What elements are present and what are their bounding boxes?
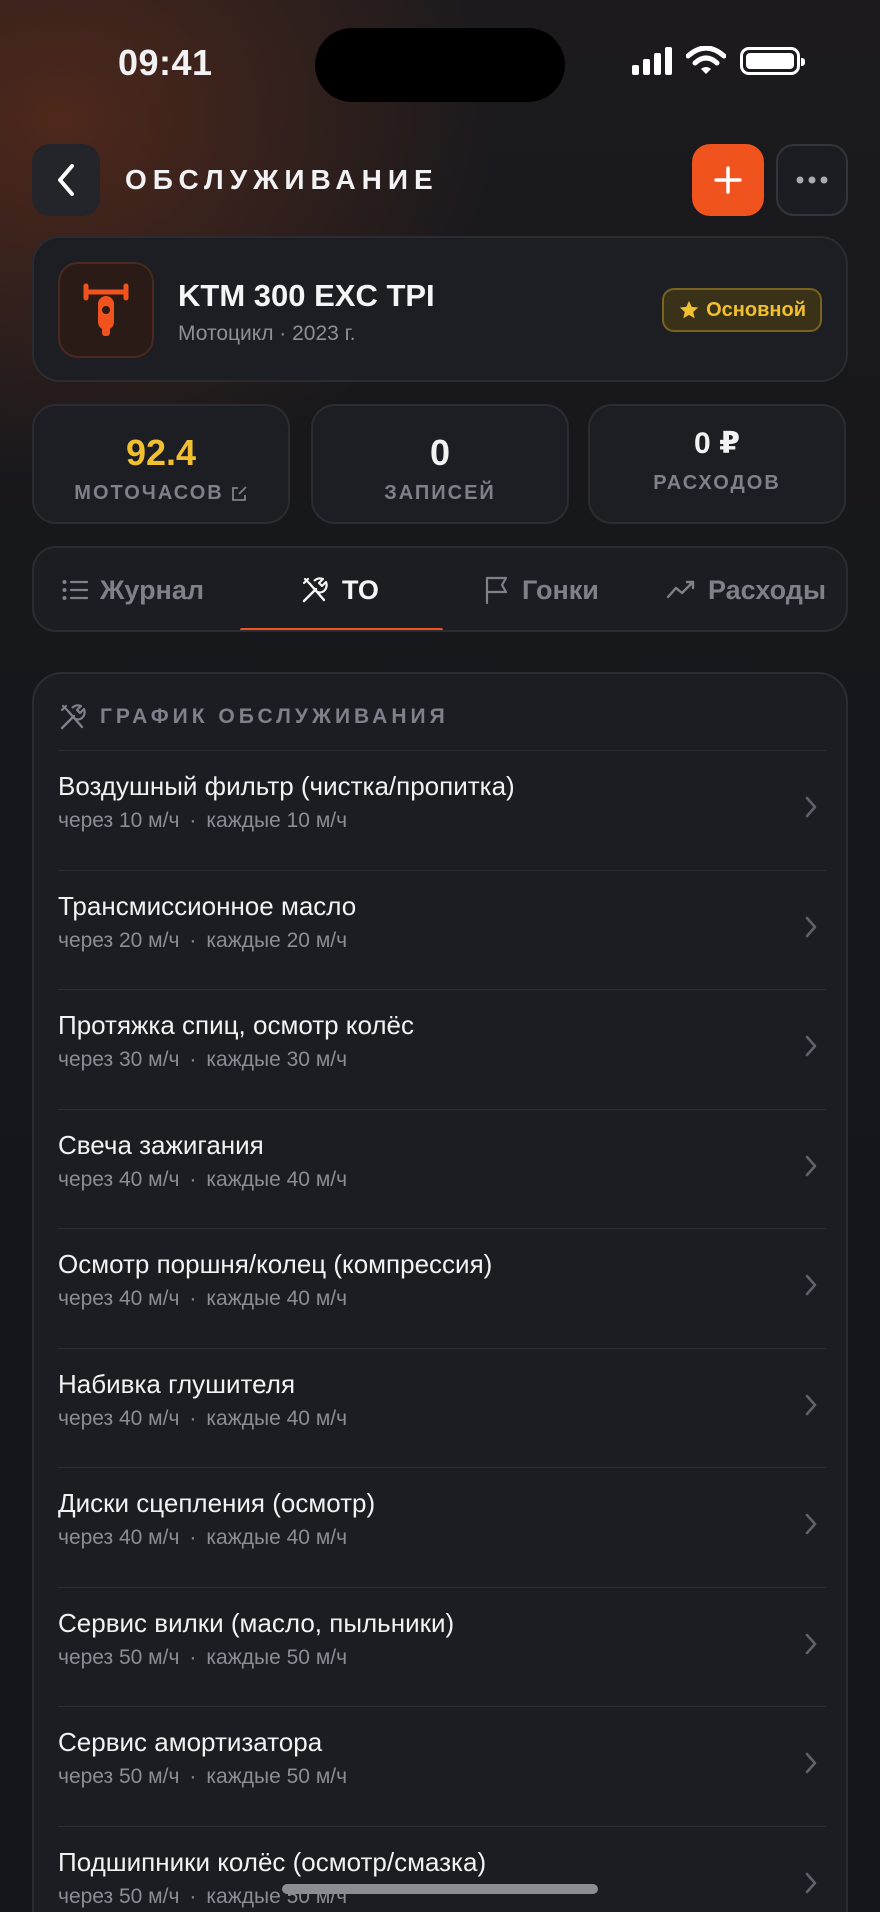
list-item[interactable]: Протяжка спиц, осмотр колёс через 30 м/ч… — [58, 989, 826, 1109]
tools-icon — [60, 704, 86, 730]
tools-icon — [302, 577, 328, 603]
primary-badge: Основной — [662, 288, 822, 332]
active-tab-indicator — [240, 628, 443, 630]
list-item[interactable]: Трансмиссионное масло через 20 м/ч · кажды… — [58, 869, 826, 990]
chevron-right-icon — [805, 1035, 817, 1057]
maintenance-screen: 09:41 ОБСЛУЖИВАНИЕ KTM 300 EXC TPI Мотоц… — [0, 0, 880, 1912]
tab-races[interactable]: Гонки — [484, 548, 599, 630]
chevron-right-icon — [805, 1633, 817, 1654]
tab-races-label: Гонки — [522, 574, 599, 605]
item-meta: через 20 м/ч · каждые 20 м/ч — [58, 928, 348, 952]
dynamic-island — [315, 28, 565, 102]
vehicle-subtitle: Мотоцикл · 2023 г. — [178, 322, 356, 345]
item-title: Свеча зажигания — [58, 1129, 264, 1160]
list-item[interactable]: Осмотр поршня/колец (компрессия) через 4… — [58, 1228, 826, 1348]
item-meta: через 40 м/ч · каждые 40 м/ч — [58, 1167, 348, 1191]
tab-expenses[interactable]: Расходы — [666, 548, 827, 630]
primary-badge-label: Основной — [706, 298, 806, 321]
wifi-icon — [686, 46, 726, 74]
stat-records[interactable]: 0 ЗАПИСЕЙ — [311, 404, 569, 524]
header: ОБСЛУЖИВАНИЕ — [32, 144, 848, 216]
chevron-right-icon — [805, 1752, 817, 1774]
tab-maintenance[interactable]: ТО — [300, 548, 379, 630]
chevron-left-icon — [58, 164, 74, 196]
item-meta: через 50 м/ч · каждые 50 м/ч — [58, 1765, 348, 1788]
stat-expenses-label: РАСХОДОВ — [653, 472, 781, 494]
vehicle-avatar — [58, 262, 154, 358]
chevron-right-icon — [805, 916, 817, 937]
chevron-right-icon — [805, 1155, 817, 1176]
chevron-right-icon — [805, 796, 817, 818]
motorcycle-icon — [83, 283, 129, 336]
item-title: Подшипники колёс (осмотр/смазка) — [58, 1846, 487, 1877]
section-header: ГРАФИК ОБСЛУЖИВАНИЯ — [58, 702, 449, 732]
tab-journal-label: Журнал — [100, 574, 205, 605]
list-icon — [62, 580, 88, 600]
item-title: Набивка глушителя — [58, 1368, 296, 1399]
list-item[interactable]: Подшипники колёс (осмотр/смазка) через 5… — [58, 1825, 826, 1912]
item-meta: через 10 м/ч · каждые 10 м/ч — [58, 809, 348, 832]
chevron-right-icon — [805, 1872, 817, 1893]
page-title: ОБСЛУЖИВАНИЕ — [125, 164, 439, 195]
stat-engine-hours-value: 92.4 — [125, 432, 197, 473]
home-indicator — [282, 1884, 598, 1894]
stat-expenses-value: 0 ₽ — [694, 427, 740, 460]
item-title: Сервис вилки (масло, пыльники) — [58, 1607, 455, 1638]
edit-icon[interactable] — [230, 485, 248, 503]
stat-engine-hours-label-row: МОТОЧАСОВ — [34, 482, 288, 505]
tab-expenses-label: Расходы — [708, 574, 827, 605]
item-meta: через 50 м/ч · каждые 50 м/ч — [58, 1645, 348, 1669]
plus-icon — [714, 166, 742, 194]
stat-records-value: 0 — [429, 432, 451, 473]
chevron-right-icon — [805, 1513, 817, 1535]
maintenance-schedule-card: ГРАФИК ОБСЛУЖИВАНИЯ Воздушный фильтр (чи… — [32, 672, 848, 1912]
back-button[interactable] — [32, 144, 100, 216]
more-dots-icon — [796, 176, 828, 184]
more-button[interactable] — [776, 144, 848, 216]
list-item[interactable]: Свеча зажигания через 40 м/ч · каждые 40 м… — [58, 1108, 826, 1229]
item-meta: через 40 м/ч · каждые 40 м/ч — [58, 1287, 348, 1310]
tab-maintenance-label: ТО — [342, 574, 379, 605]
vehicle-card[interactable]: KTM 300 EXC TPI Мотоцикл · 2023 г. Основ… — [32, 236, 848, 382]
item-title: Осмотр поршня/колец (компрессия) — [58, 1249, 493, 1279]
chevron-right-icon — [805, 1274, 817, 1296]
item-title: Протяжка спиц, осмотр колёс — [58, 1010, 414, 1040]
stat-engine-hours[interactable]: 92.4 МОТОЧАСОВ — [32, 404, 290, 524]
list-item[interactable]: Набивка глушителя через 40 м/ч · каждые 40… — [58, 1347, 826, 1468]
item-title: Трансмиссионное масло — [58, 890, 357, 921]
item-meta: через 30 м/ч · каждые 30 м/ч — [58, 1048, 348, 1071]
stat-engine-hours-label: МОТОЧАСОВ — [74, 482, 224, 504]
stat-records-label: ЗАПИСЕЙ — [384, 482, 496, 504]
list-item[interactable]: Диски сцепления (осмотр) через 40 м/ч · ка… — [58, 1467, 826, 1587]
battery-icon — [740, 47, 805, 75]
stat-expenses[interactable]: 0 ₽ РАСХОДОВ — [588, 404, 846, 524]
trend-icon — [666, 580, 695, 599]
tab-journal[interactable]: Журнал — [62, 548, 205, 630]
star-icon — [679, 300, 699, 319]
item-title: Диски сцепления (осмотр) — [58, 1488, 376, 1518]
add-button[interactable] — [692, 144, 764, 216]
item-meta: через 40 м/ч · каждые 40 м/ч — [58, 1406, 348, 1430]
item-title: Сервис амортизатора — [58, 1727, 323, 1757]
status-icons — [632, 46, 805, 76]
list-item[interactable]: Сервис амортизатора через 50 м/ч · каждые … — [58, 1706, 826, 1826]
chevron-right-icon — [805, 1394, 817, 1415]
flag-icon — [485, 576, 508, 605]
vehicle-name: KTM 300 EXC TPI — [178, 278, 435, 313]
status-time: 09:41 — [118, 42, 213, 83]
cellular-signal-icon — [632, 47, 672, 75]
item-meta: через 40 м/ч · каждые 40 м/ч — [58, 1526, 348, 1549]
status-bar: 09:41 — [0, 0, 880, 110]
tab-bar: Журнал ТО Гонки Расходы — [32, 546, 848, 632]
item-title: Воздушный фильтр (чистка/пропитка) — [58, 771, 515, 801]
list-item[interactable]: Воздушный фильтр (чистка/пропитка) через… — [58, 750, 826, 870]
maintenance-list: Воздушный фильтр (чистка/пропитка) через… — [58, 750, 826, 1912]
list-item[interactable]: Сервис вилки (масло, пыльники) через 50 … — [58, 1586, 826, 1707]
section-title: ГРАФИК ОБСЛУЖИВАНИЯ — [100, 705, 449, 728]
